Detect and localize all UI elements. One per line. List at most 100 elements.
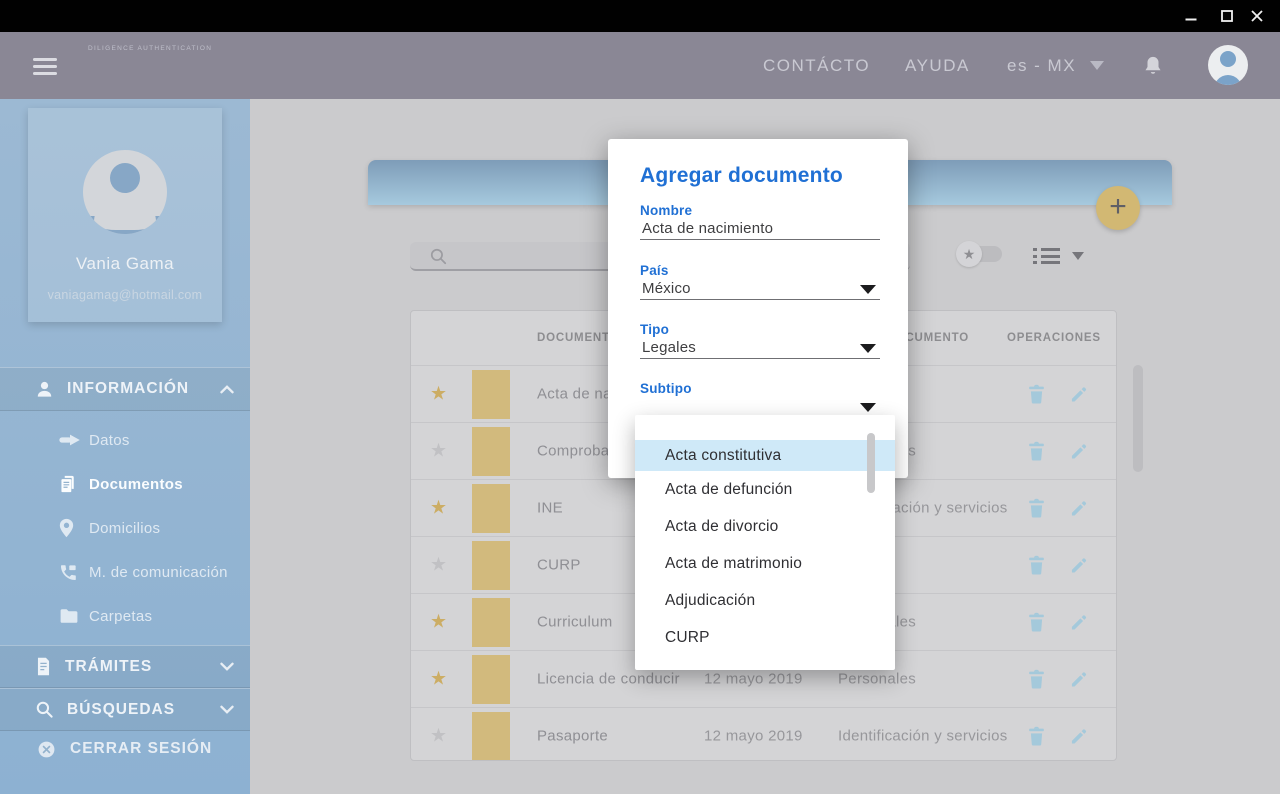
sidebar-item-domicilios[interactable]: Domicilios <box>0 506 250 550</box>
language-label: es - MX <box>1007 56 1076 76</box>
chevron-down-icon[interactable] <box>860 403 876 412</box>
profile-avatar[interactable] <box>83 150 167 234</box>
nav-ayuda[interactable]: AYUDA <box>905 32 970 99</box>
search-icon <box>35 700 54 719</box>
chevron-down-icon[interactable] <box>860 285 876 294</box>
document-type: Identificación y servicios <box>838 728 1008 745</box>
sidebar-item-label: Datos <box>89 432 130 449</box>
sidebar-item-carpetas[interactable]: Carpetas <box>0 594 250 638</box>
sidebar-item-datos[interactable]: Datos <box>0 418 250 462</box>
delete-icon[interactable] <box>1027 612 1046 633</box>
logo-tagline: DILIGENCE AUTHENTICATION <box>88 45 212 52</box>
document-name: Curriculum <box>537 614 613 631</box>
sidebar-section-label: TRÁMITES <box>65 658 152 676</box>
dropdown-option[interactable]: Adjudicación <box>635 582 895 619</box>
star-icon: ★ <box>963 246 976 263</box>
app-logo[interactable]: IDué DILIGENCE AUTHENTICATION <box>88 44 212 52</box>
notifications-bell-icon[interactable] <box>1142 55 1164 79</box>
add-document-button[interactable]: + <box>1096 186 1140 230</box>
favorite-star-icon[interactable]: ★ <box>430 725 447 748</box>
delete-icon[interactable] <box>1027 441 1046 462</box>
edit-icon[interactable] <box>1069 612 1089 632</box>
logout-button[interactable]: CERRAR SESIÓN <box>0 732 250 766</box>
close-icon[interactable] <box>1242 0 1272 32</box>
field-label: Subtipo <box>640 381 880 396</box>
phone-icon <box>59 563 81 582</box>
document-thumbnail[interactable] <box>472 427 510 476</box>
profile-name: Vania Gama <box>28 254 222 274</box>
document-thumbnail[interactable] <box>472 370 510 419</box>
edit-icon[interactable] <box>1069 384 1089 404</box>
edit-icon[interactable] <box>1069 726 1089 746</box>
sidebar-item-documentos[interactable]: Documentos <box>0 462 250 506</box>
dropdown-option[interactable]: Acta de divorcio <box>635 508 895 545</box>
table-scrollbar[interactable] <box>1133 365 1143 472</box>
document-thumbnail[interactable] <box>472 598 510 647</box>
favorite-star-icon[interactable]: ★ <box>430 497 447 520</box>
field-pais: País México <box>640 263 880 278</box>
sidebar-section-label: INFORMACIÓN <box>67 380 189 398</box>
document-name: INE <box>537 500 563 517</box>
sidebar-section-label: BÚSQUEDAS <box>67 701 175 719</box>
document-thumbnail[interactable] <box>472 541 510 590</box>
chevron-down-icon <box>1072 252 1084 260</box>
user-avatar[interactable] <box>1208 45 1248 85</box>
delete-icon[interactable] <box>1027 555 1046 576</box>
document-date: 12 mayo 2019 <box>704 671 803 688</box>
nombre-input[interactable]: Acta de nacimiento <box>642 220 773 237</box>
search-icon <box>429 247 448 266</box>
document-thumbnail[interactable] <box>472 484 510 533</box>
sidebar-item-label: Carpetas <box>89 608 152 625</box>
sidebar-section-busquedas[interactable]: BÚSQUEDAS <box>0 688 250 731</box>
profile-card: Vania Gama vaniagamag@hotmail.com <box>28 108 222 322</box>
tipo-select[interactable]: Legales <box>642 339 696 356</box>
sidebar-item-label: Domicilios <box>89 520 160 537</box>
favorite-star-icon[interactable]: ★ <box>430 611 447 634</box>
minimize-icon[interactable] <box>1176 0 1206 32</box>
dropdown-option[interactable]: Acta de defunción <box>635 471 895 508</box>
map-pin-icon <box>59 518 81 538</box>
favorite-star-icon[interactable]: ★ <box>430 554 447 577</box>
language-selector[interactable]: es - MX <box>1007 32 1104 99</box>
dropdown-option[interactable]: CURP <box>635 619 895 656</box>
delete-icon[interactable] <box>1027 726 1046 747</box>
delete-icon[interactable] <box>1027 669 1046 690</box>
edit-icon[interactable] <box>1069 441 1089 461</box>
pais-select[interactable]: México <box>642 280 691 297</box>
dropdown-option[interactable]: Acta constitutiva <box>635 440 895 471</box>
chevron-down-icon[interactable] <box>860 344 876 353</box>
documents-icon <box>59 474 81 494</box>
dropdown-option[interactable]: Acta de matrimonio <box>635 545 895 582</box>
nav-contacto[interactable]: CONTÁCTO <box>763 32 870 99</box>
field-tipo: Tipo Legales <box>640 322 880 337</box>
table-row: ★Pasaporte12 mayo 2019Identificación y s… <box>411 707 1116 761</box>
plus-icon: + <box>1109 192 1127 222</box>
document-name: CURP <box>537 557 581 574</box>
edit-icon[interactable] <box>1069 669 1089 689</box>
dropdown-scrollbar[interactable] <box>867 433 875 493</box>
favorites-filter-toggle[interactable]: ★ <box>956 241 1002 267</box>
favorite-star-icon[interactable]: ★ <box>430 383 447 406</box>
document-thumbnail[interactable] <box>472 655 510 704</box>
sidebar-section-tramites[interactable]: TRÁMITES <box>0 645 250 688</box>
favorite-star-icon[interactable]: ★ <box>430 440 447 463</box>
sidebar: Vania Gama vaniagamag@hotmail.com INFORM… <box>0 99 250 794</box>
menu-icon[interactable] <box>33 58 57 75</box>
favorite-star-icon[interactable]: ★ <box>430 668 447 691</box>
sidebar-item-label: Documentos <box>89 476 183 493</box>
chevron-down-icon <box>1090 61 1104 70</box>
sidebar-subitems: Datos Documentos Domicilios M. de comunicac… <box>0 418 250 638</box>
edit-icon[interactable] <box>1069 555 1089 575</box>
document-thumbnail[interactable] <box>472 712 510 761</box>
file-text-icon <box>35 657 52 676</box>
document-name: Pasaporte <box>537 728 608 745</box>
list-view-selector[interactable] <box>1033 247 1093 265</box>
maximize-icon[interactable] <box>1212 0 1242 32</box>
edit-icon[interactable] <box>1069 498 1089 518</box>
subtipo-dropdown: Acta constitutivaActa de defunciónActa d… <box>635 415 895 670</box>
field-label: País <box>640 263 880 278</box>
delete-icon[interactable] <box>1027 498 1046 519</box>
sidebar-item-m-de-comunicaci-n[interactable]: M. de comunicación <box>0 550 250 594</box>
delete-icon[interactable] <box>1027 384 1046 405</box>
sidebar-section-informacion[interactable]: INFORMACIÓN <box>0 367 250 411</box>
